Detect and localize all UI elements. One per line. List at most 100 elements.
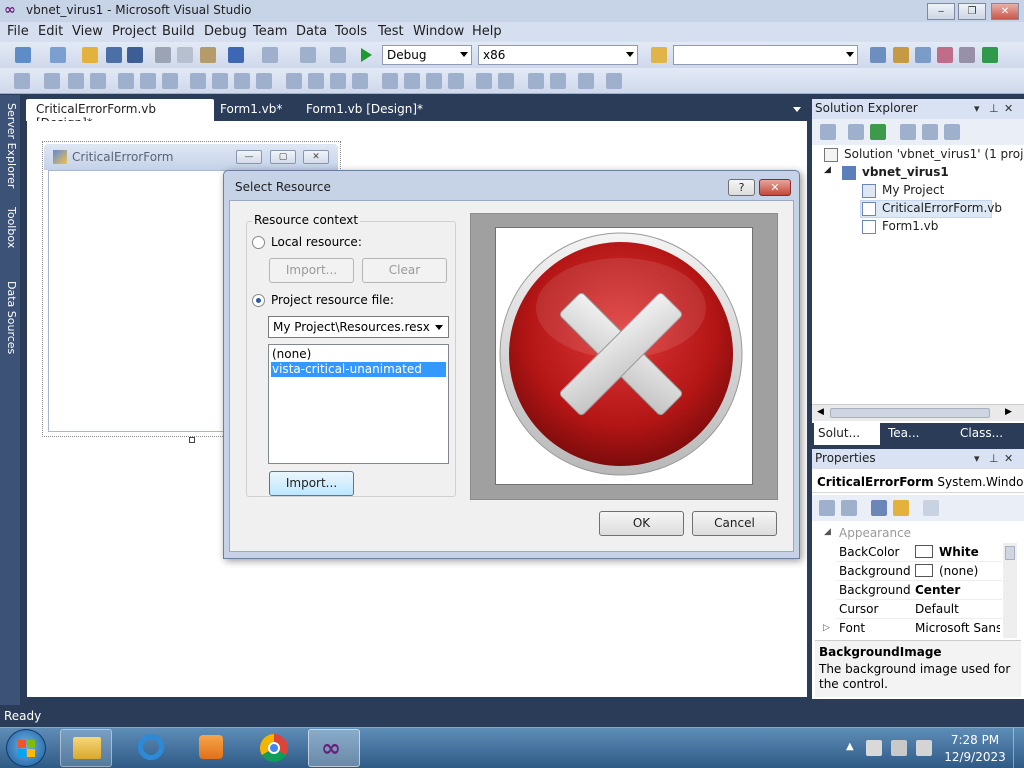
properties-window-icon[interactable] — [893, 47, 909, 63]
navigate-backward-icon[interactable] — [300, 47, 316, 63]
tab-form1-code[interactable]: Form1.vb* — [210, 99, 290, 121]
tree-item-form1[interactable]: Form1.vb — [882, 219, 938, 233]
view-class-diagram-icon[interactable] — [944, 124, 960, 140]
show-all-files-icon[interactable] — [848, 124, 864, 140]
expand-arrow-icon[interactable]: ◢ — [824, 165, 831, 175]
menu-tools[interactable]: Tools — [335, 24, 367, 39]
bring-to-front-icon[interactable] — [528, 73, 544, 89]
close-window-button[interactable]: ✕ — [991, 3, 1019, 20]
view-code-icon[interactable] — [900, 124, 916, 140]
server-explorer-tab[interactable]: Server Explorer — [2, 103, 18, 188]
show-hidden-icons[interactable]: ▲ — [846, 741, 854, 752]
categorized-icon[interactable] — [819, 500, 835, 516]
start-button[interactable] — [6, 729, 46, 767]
local-import-button[interactable]: Import... — [269, 258, 354, 283]
scroll-thumb[interactable] — [1005, 546, 1015, 560]
save-icon[interactable] — [106, 47, 122, 63]
pane-close-icon[interactable]: ✕ — [1004, 102, 1013, 115]
property-row[interactable]: Font Microsoft Sans Serif — [836, 619, 1002, 638]
volume-muted-icon[interactable] — [916, 740, 932, 756]
pane-dropdown-icon[interactable]: ▾ — [974, 452, 980, 465]
remove-horizontal-spacing-icon[interactable] — [352, 73, 368, 89]
alphabetical-icon[interactable] — [841, 500, 857, 516]
make-same-size-icon[interactable] — [256, 73, 272, 89]
paste-icon[interactable] — [200, 47, 216, 63]
show-desktop-button[interactable] — [1013, 728, 1024, 768]
menu-test[interactable]: Test — [378, 24, 404, 39]
property-row[interactable]: BackColor White — [836, 543, 1002, 562]
increase-vertical-spacing-icon[interactable] — [404, 73, 420, 89]
property-pages-icon[interactable] — [923, 500, 939, 516]
pin-icon[interactable]: ⊥ — [989, 102, 999, 115]
scroll-thumb[interactable] — [830, 408, 990, 418]
properties-scrollbar[interactable] — [1003, 543, 1017, 638]
resize-handle[interactable] — [189, 437, 195, 443]
send-to-back-icon[interactable] — [550, 73, 566, 89]
open-file-icon[interactable] — [82, 47, 98, 63]
properties-icon[interactable] — [820, 124, 836, 140]
menu-file[interactable]: File — [7, 24, 29, 39]
scroll-left-icon[interactable]: ◀ — [817, 407, 824, 417]
close-tab-icon[interactable]: ✕ — [199, 102, 209, 116]
object-selector[interactable]: CriticalErrorForm System.Windows.Forms.F… — [812, 471, 1024, 493]
project-resource-radio[interactable] — [252, 294, 265, 307]
taskbar-internet-explorer[interactable] — [124, 729, 176, 767]
tab-form1-design[interactable]: Form1.vb [Design]* — [296, 99, 431, 121]
tree-solution[interactable]: Solution 'vbnet_virus1' (1 project) — [844, 147, 1024, 161]
solution-configuration-dropdown[interactable]: Debug — [382, 45, 472, 65]
undo-icon[interactable] — [228, 47, 244, 63]
cancel-button[interactable]: Cancel — [692, 511, 777, 536]
align-bottoms-icon[interactable] — [162, 73, 178, 89]
new-project-icon[interactable] — [15, 47, 31, 63]
align-tops-icon[interactable] — [118, 73, 134, 89]
solution-platform-dropdown[interactable]: x86 — [478, 45, 638, 65]
center-vertically-icon[interactable] — [498, 73, 514, 89]
dialog-help-button[interactable]: ? — [728, 179, 755, 196]
tab-overflow-dropdown[interactable] — [793, 107, 801, 112]
clear-button[interactable]: Clear — [362, 258, 447, 283]
collapse-icon[interactable]: ◢ — [824, 527, 831, 537]
system-clock[interactable]: 7:28 PM 12/9/2023 — [940, 732, 1010, 766]
align-centers-icon[interactable] — [68, 73, 84, 89]
extension-manager-icon[interactable] — [959, 47, 975, 63]
vertical-spacing-icon[interactable] — [382, 73, 398, 89]
start-debugging-icon[interactable] — [361, 48, 372, 62]
make-same-height-icon[interactable] — [234, 73, 250, 89]
action-center-icon[interactable] — [866, 740, 882, 756]
find-input[interactable] — [673, 45, 858, 65]
menu-data[interactable]: Data — [296, 24, 327, 39]
pin-icon[interactable]: ⊥ — [989, 452, 999, 465]
resource-list[interactable]: (none) vista-critical-unanimated — [268, 344, 449, 464]
taskbar-visual-studio[interactable]: ∞ — [308, 729, 360, 767]
expand-icon[interactable]: ▷ — [823, 623, 830, 633]
dialog-close-button[interactable]: ✕ — [759, 179, 791, 196]
tab-critical-error-form-design[interactable]: CriticalErrorForm.vb [Design]* — [26, 99, 214, 130]
increase-horizontal-spacing-icon[interactable] — [308, 73, 324, 89]
local-resource-radio[interactable] — [252, 236, 265, 249]
make-same-width-icon[interactable] — [190, 73, 206, 89]
events-icon[interactable] — [893, 500, 909, 516]
tree-item-critical-error-form[interactable]: CriticalErrorForm.vb — [882, 201, 1002, 215]
align-lefts-icon[interactable] — [44, 73, 60, 89]
object-browser-icon[interactable] — [915, 47, 931, 63]
view-designer-icon[interactable] — [922, 124, 938, 140]
menu-edit[interactable]: Edit — [38, 24, 63, 39]
list-item[interactable]: (none) — [271, 347, 446, 362]
menu-project[interactable]: Project — [112, 24, 156, 39]
minimize-button[interactable]: ‒ — [927, 3, 955, 20]
property-row[interactable]: BackgroundImage (none) — [836, 562, 1002, 581]
refresh-icon[interactable] — [870, 124, 886, 140]
project-resource-label[interactable]: Project resource file: — [271, 293, 394, 307]
decrease-vertical-spacing-icon[interactable] — [426, 73, 442, 89]
menu-debug[interactable]: Debug — [204, 24, 247, 39]
solution-explorer-toolbar-icon[interactable] — [870, 47, 886, 63]
align-to-grid-icon[interactable] — [14, 73, 30, 89]
menu-view[interactable]: View — [72, 24, 103, 39]
toolbox-toolbar-icon[interactable] — [937, 47, 953, 63]
size-to-grid-icon[interactable] — [212, 73, 228, 89]
tab-team-explorer[interactable]: Tea... — [884, 423, 950, 445]
property-row[interactable]: Cursor Default — [836, 600, 1002, 619]
local-resource-label[interactable]: Local resource: — [271, 235, 362, 249]
taskbar-media-player[interactable] — [184, 729, 236, 767]
toolbox-tab[interactable]: Toolbox — [2, 207, 18, 248]
